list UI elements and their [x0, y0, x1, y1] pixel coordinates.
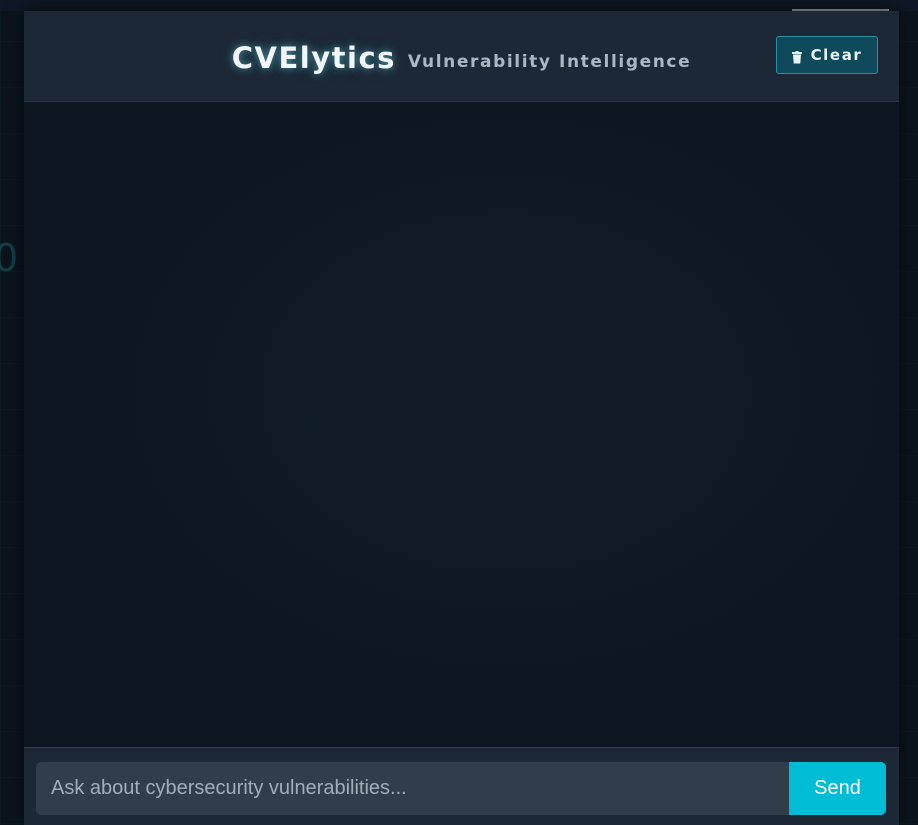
background-glyph: 0 — [0, 236, 19, 280]
trash-icon — [791, 49, 802, 63]
chat-header: CVElytics Vulnerability Intelligence Cle… — [24, 11, 899, 102]
message-input[interactable] — [36, 762, 789, 815]
send-button[interactable]: Send — [789, 762, 886, 815]
input-bar: Send — [24, 747, 899, 825]
app-title: CVElytics — [231, 41, 396, 75]
top-strip — [0, 0, 918, 11]
chat-panel: CVElytics Vulnerability Intelligence Cle… — [24, 11, 899, 825]
clear-button[interactable]: Clear — [776, 36, 878, 74]
message-list[interactable] — [24, 102, 899, 747]
clear-button-label: Clear — [810, 46, 863, 64]
app-subtitle: Vulnerability Intelligence — [407, 52, 692, 72]
brand: CVElytics Vulnerability Intelligence — [24, 11, 899, 101]
